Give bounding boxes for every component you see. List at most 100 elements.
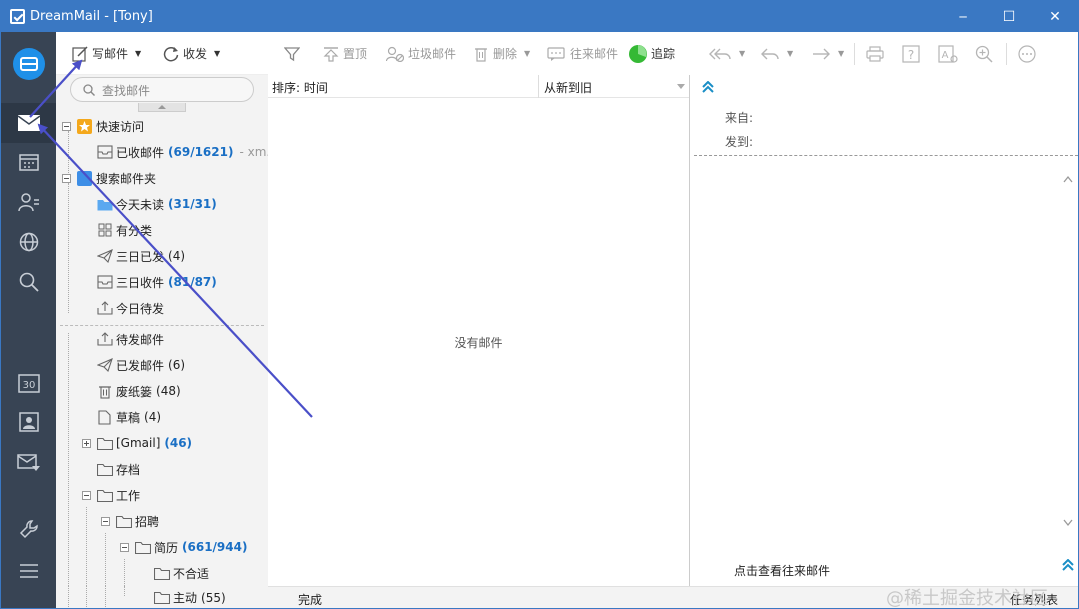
compose-button[interactable]: 写邮件 ▼: [72, 32, 141, 75]
folder-work[interactable]: 工作: [82, 482, 140, 508]
delete-button[interactable]: 删除 ▼: [474, 32, 530, 75]
reply-button[interactable]: ▼: [760, 32, 793, 75]
outbox-icon: [96, 331, 113, 347]
folder-label: 待发邮件: [116, 332, 165, 347]
collapse-search-button[interactable]: [138, 103, 186, 112]
folder-active[interactable]: 主动 (55): [153, 586, 226, 608]
junk-button[interactable]: 垃圾邮件: [386, 32, 456, 75]
folder-received-3days[interactable]: 三日收件 (81/87): [96, 269, 217, 295]
folder-drafts[interactable]: 草稿 (4): [96, 404, 161, 430]
reply-dropdown-icon[interactable]: ▼: [787, 49, 793, 58]
folder-label: 今日待发: [116, 301, 165, 316]
outbox-icon: [96, 300, 113, 316]
compose-dropdown-icon[interactable]: ▼: [135, 49, 141, 58]
collapse-toggle[interactable]: [62, 173, 71, 183]
search-box[interactable]: 查找邮件: [70, 77, 254, 102]
font-size-button[interactable]: A: [938, 32, 958, 75]
compose-label: 写邮件: [92, 47, 129, 61]
nav-contact-card[interactable]: [1, 402, 56, 442]
maximize-button[interactable]: ☐: [986, 1, 1032, 32]
calendar-grid-icon: [18, 154, 39, 171]
collapse-toggle[interactable]: [120, 542, 129, 552]
nav-mail-filter[interactable]: [1, 443, 56, 483]
correspondence-button[interactable]: 往来邮件: [547, 32, 618, 75]
expand-toggle[interactable]: [82, 438, 91, 448]
forward-button[interactable]: ▼: [811, 32, 844, 75]
nav-menu[interactable]: [1, 551, 56, 591]
view-correspondence-link[interactable]: 点击查看往来邮件: [734, 562, 830, 579]
folder-outbox[interactable]: 待发邮件: [96, 326, 164, 352]
folder-label: 有分类: [116, 223, 153, 238]
delete-label: 删除: [493, 47, 518, 61]
collapse-toggle[interactable]: [82, 490, 91, 500]
folder-label: 招聘: [135, 514, 160, 529]
folder-gmail[interactable]: [Gmail] (46): [82, 430, 192, 456]
sort-dropdown-icon[interactable]: [677, 84, 685, 89]
scroll-down-icon[interactable]: [1063, 519, 1073, 527]
nav-tools[interactable]: [1, 509, 56, 549]
collapse-toggle[interactable]: [62, 121, 71, 131]
track-button[interactable]: 追踪: [628, 32, 675, 75]
folder-panel-bottom: 主动 (55): [56, 586, 268, 608]
nav-account[interactable]: [1, 44, 56, 84]
refresh-icon: [163, 46, 179, 61]
account-icon: [12, 48, 45, 80]
receive-label: 收发: [183, 47, 208, 61]
more-icon: [1018, 44, 1036, 63]
folder-resume[interactable]: 简历 (661/944): [120, 534, 247, 560]
folder-quick-access[interactable]: 快速访问: [62, 113, 144, 139]
nav-calendar[interactable]: [1, 142, 56, 182]
pin-button[interactable]: 置顶: [323, 32, 367, 75]
folder-inbox[interactable]: 已收邮件 (69/1621) - xm...: [96, 139, 268, 165]
forward-dropdown-icon[interactable]: ▼: [838, 49, 844, 58]
nav-mail[interactable]: [1, 103, 56, 143]
sort-field-button[interactable]: 排序: 时间: [272, 79, 328, 96]
receive-button[interactable]: 收发 ▼: [163, 32, 220, 75]
close-button[interactable]: ✕: [1032, 1, 1078, 32]
nav-calendar-30[interactable]: 30: [1, 363, 56, 403]
scroll-up-icon[interactable]: [1063, 175, 1073, 183]
to-label: 发到:: [725, 135, 754, 149]
folder-search-folders[interactable]: 搜索邮件夹: [62, 165, 156, 191]
unread-count: (31/31): [168, 197, 217, 211]
reading-toolbar: ▼ ▼ ▼ ? A: [690, 32, 1078, 75]
app-window: DreamMail - [Tony] ─ ☐ ✕ 30 写邮件 ▼ 收发 ▼ 置…: [0, 0, 1079, 609]
delete-dropdown-icon[interactable]: ▼: [524, 49, 530, 58]
track-label: 追踪: [651, 47, 676, 61]
paper-plane-icon: [96, 357, 113, 373]
reply-all-dropdown-icon[interactable]: ▼: [739, 49, 745, 58]
folder-unsuitable[interactable]: 不合适: [153, 560, 209, 586]
print-button[interactable]: [866, 32, 884, 75]
sort-order-button[interactable]: 从新到旧: [544, 79, 592, 96]
reply-all-button[interactable]: ▼: [708, 32, 745, 75]
minimize-button[interactable]: ─: [940, 1, 986, 32]
folder-archive[interactable]: 存档: [96, 456, 140, 482]
item-count: (4): [168, 249, 186, 263]
folder-sent[interactable]: 已发邮件 (6): [96, 352, 185, 378]
folder-trash[interactable]: 废纸篓 (48): [96, 378, 181, 404]
filter-button[interactable]: [284, 32, 300, 75]
folder-recruit[interactable]: 招聘: [101, 508, 159, 534]
receive-dropdown-icon[interactable]: ▼: [214, 49, 220, 58]
help-button[interactable]: ?: [902, 32, 920, 75]
from-label: 来自:: [725, 111, 754, 125]
folder-today-pending[interactable]: 今日待发: [96, 295, 164, 321]
more-button[interactable]: [1018, 32, 1036, 75]
collapse-toggle[interactable]: [101, 516, 110, 526]
document-icon: [96, 409, 113, 425]
list-toolbar: 置顶 垃圾邮件 删除 ▼ 往来邮件 追踪: [268, 32, 689, 75]
folder-sent-3days[interactable]: 三日已发 (4): [96, 243, 185, 269]
zoom-button[interactable]: [975, 32, 993, 75]
nav-search[interactable]: [1, 262, 56, 302]
wrench-icon: [19, 520, 38, 539]
nav-contacts[interactable]: [1, 182, 56, 222]
folder-categorized[interactable]: 有分类: [96, 217, 152, 243]
expand-header-icon[interactable]: [702, 81, 714, 93]
expand-correspondence-icon[interactable]: [1062, 559, 1074, 571]
category-grid-icon: [96, 222, 113, 238]
nav-web[interactable]: [1, 222, 56, 262]
folder-today-unread[interactable]: 今天未读 (31/31): [96, 191, 217, 217]
star-icon: [76, 118, 93, 134]
search-input[interactable]: 查找邮件: [102, 82, 150, 99]
folder-blue-icon: [96, 196, 113, 212]
